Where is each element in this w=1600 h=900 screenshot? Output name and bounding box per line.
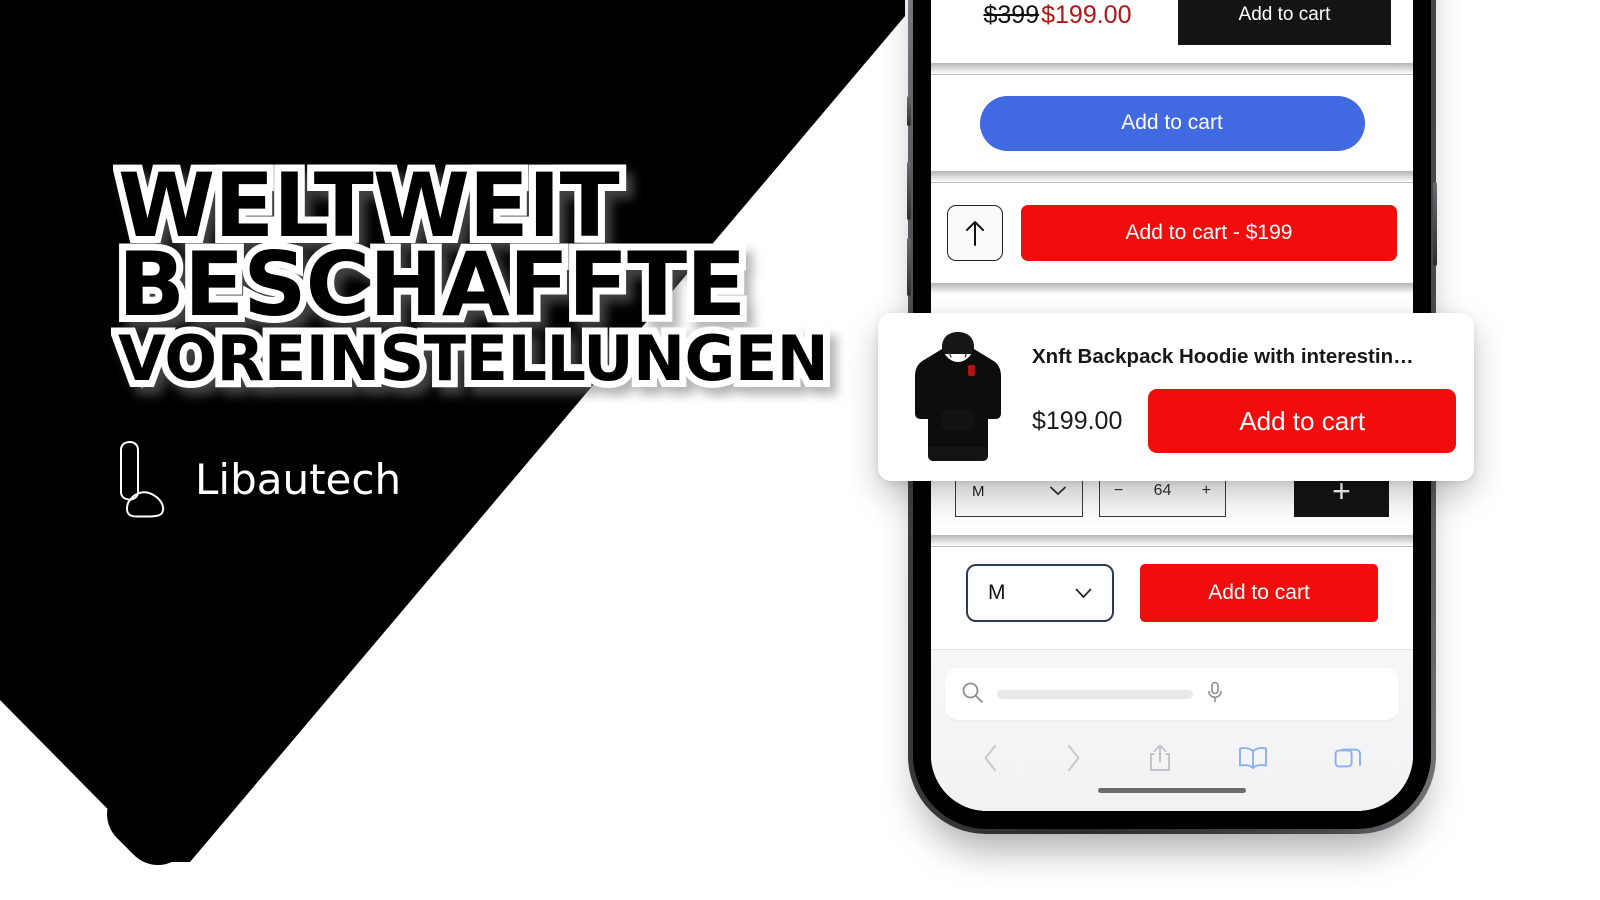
forward-button[interactable]: [1065, 744, 1082, 777]
safari-toolbar: [931, 734, 1413, 786]
row-divider-shadow-3: [931, 171, 1413, 182]
add-to-cart-button-blue[interactable]: Add to cart: [979, 95, 1365, 151]
headline-block: WELTWEIT BESCHAFFTE VOREINSTELLUNGEN: [111, 154, 908, 396]
black-hoodie-thumbnail: [906, 327, 1010, 467]
search-input[interactable]: [945, 668, 1399, 720]
quantity-increment-button[interactable]: +: [1202, 482, 1211, 500]
headline-line-2: BESCHAFFTE: [111, 233, 753, 337]
floating-product-card[interactable]: Xnft Backpack Hoodie with interestin… $1…: [878, 313, 1474, 481]
search-icon: [961, 681, 983, 708]
chevron-down-icon: [1075, 581, 1092, 605]
add-to-cart-price-button[interactable]: Add to cart - $199: [1021, 205, 1397, 261]
back-button[interactable]: [982, 744, 999, 777]
url-placeholder-bar: [997, 689, 1193, 699]
product-title: Xnft Backpack Hoodie with interestin…: [1032, 345, 1414, 368]
size-select-value: M: [972, 482, 985, 500]
size-select-value-2: M: [988, 581, 1006, 604]
chevron-down-icon: [1050, 483, 1066, 500]
tabs-icon[interactable]: [1334, 744, 1362, 777]
cart-row-2: $399$199.00 Add to cart: [931, 0, 1413, 63]
size-select-rounded[interactable]: M: [966, 564, 1114, 622]
card-add-to-cart-button[interactable]: Add to cart: [1148, 389, 1456, 453]
cart-row-3: Add to cart: [931, 75, 1413, 171]
quantity-value: 64: [1153, 482, 1172, 499]
headline-line-3: VOREINSTELLUNGEN: [111, 320, 836, 396]
book-icon[interactable]: [1238, 746, 1268, 775]
row-divider-shadow-5: [931, 535, 1413, 546]
cart-row-4: Add to cart - $199: [931, 183, 1413, 283]
row-divider-shadow-4: [931, 283, 1413, 294]
price-sale: $199.00: [1041, 0, 1132, 29]
add-to-cart-button-red-bottom[interactable]: Add to cart: [1140, 564, 1378, 622]
brand-logo: Libautech: [115, 440, 401, 518]
add-to-cart-button-black[interactable]: Add to cart: [1178, 0, 1391, 45]
silent-switch[interactable]: [907, 96, 911, 126]
libautech-l-mark-icon: [115, 440, 173, 518]
row-divider-shadow-2: [931, 63, 1413, 74]
share-icon[interactable]: [1148, 743, 1172, 778]
power-button[interactable]: [1433, 182, 1437, 266]
price-original: $399: [983, 0, 1040, 29]
microphone-icon[interactable]: [1207, 681, 1223, 708]
product-card-info: Xnft Backpack Hoodie with interestin… $1…: [1032, 327, 1456, 467]
cart-row-6: M Add to cart: [931, 547, 1413, 639]
home-indicator: [1098, 788, 1246, 793]
arrow-up-icon[interactable]: [947, 205, 1003, 261]
safari-bottom-bar: [931, 649, 1413, 811]
brand-logo-text: Libautech: [195, 454, 402, 504]
quantity-decrement-button[interactable]: −: [1114, 482, 1123, 500]
product-card-actions: $199.00 Add to cart: [1032, 389, 1456, 453]
price-display-row2: $399$199.00: [953, 1, 1162, 30]
product-price: $199.00: [1032, 406, 1123, 435]
